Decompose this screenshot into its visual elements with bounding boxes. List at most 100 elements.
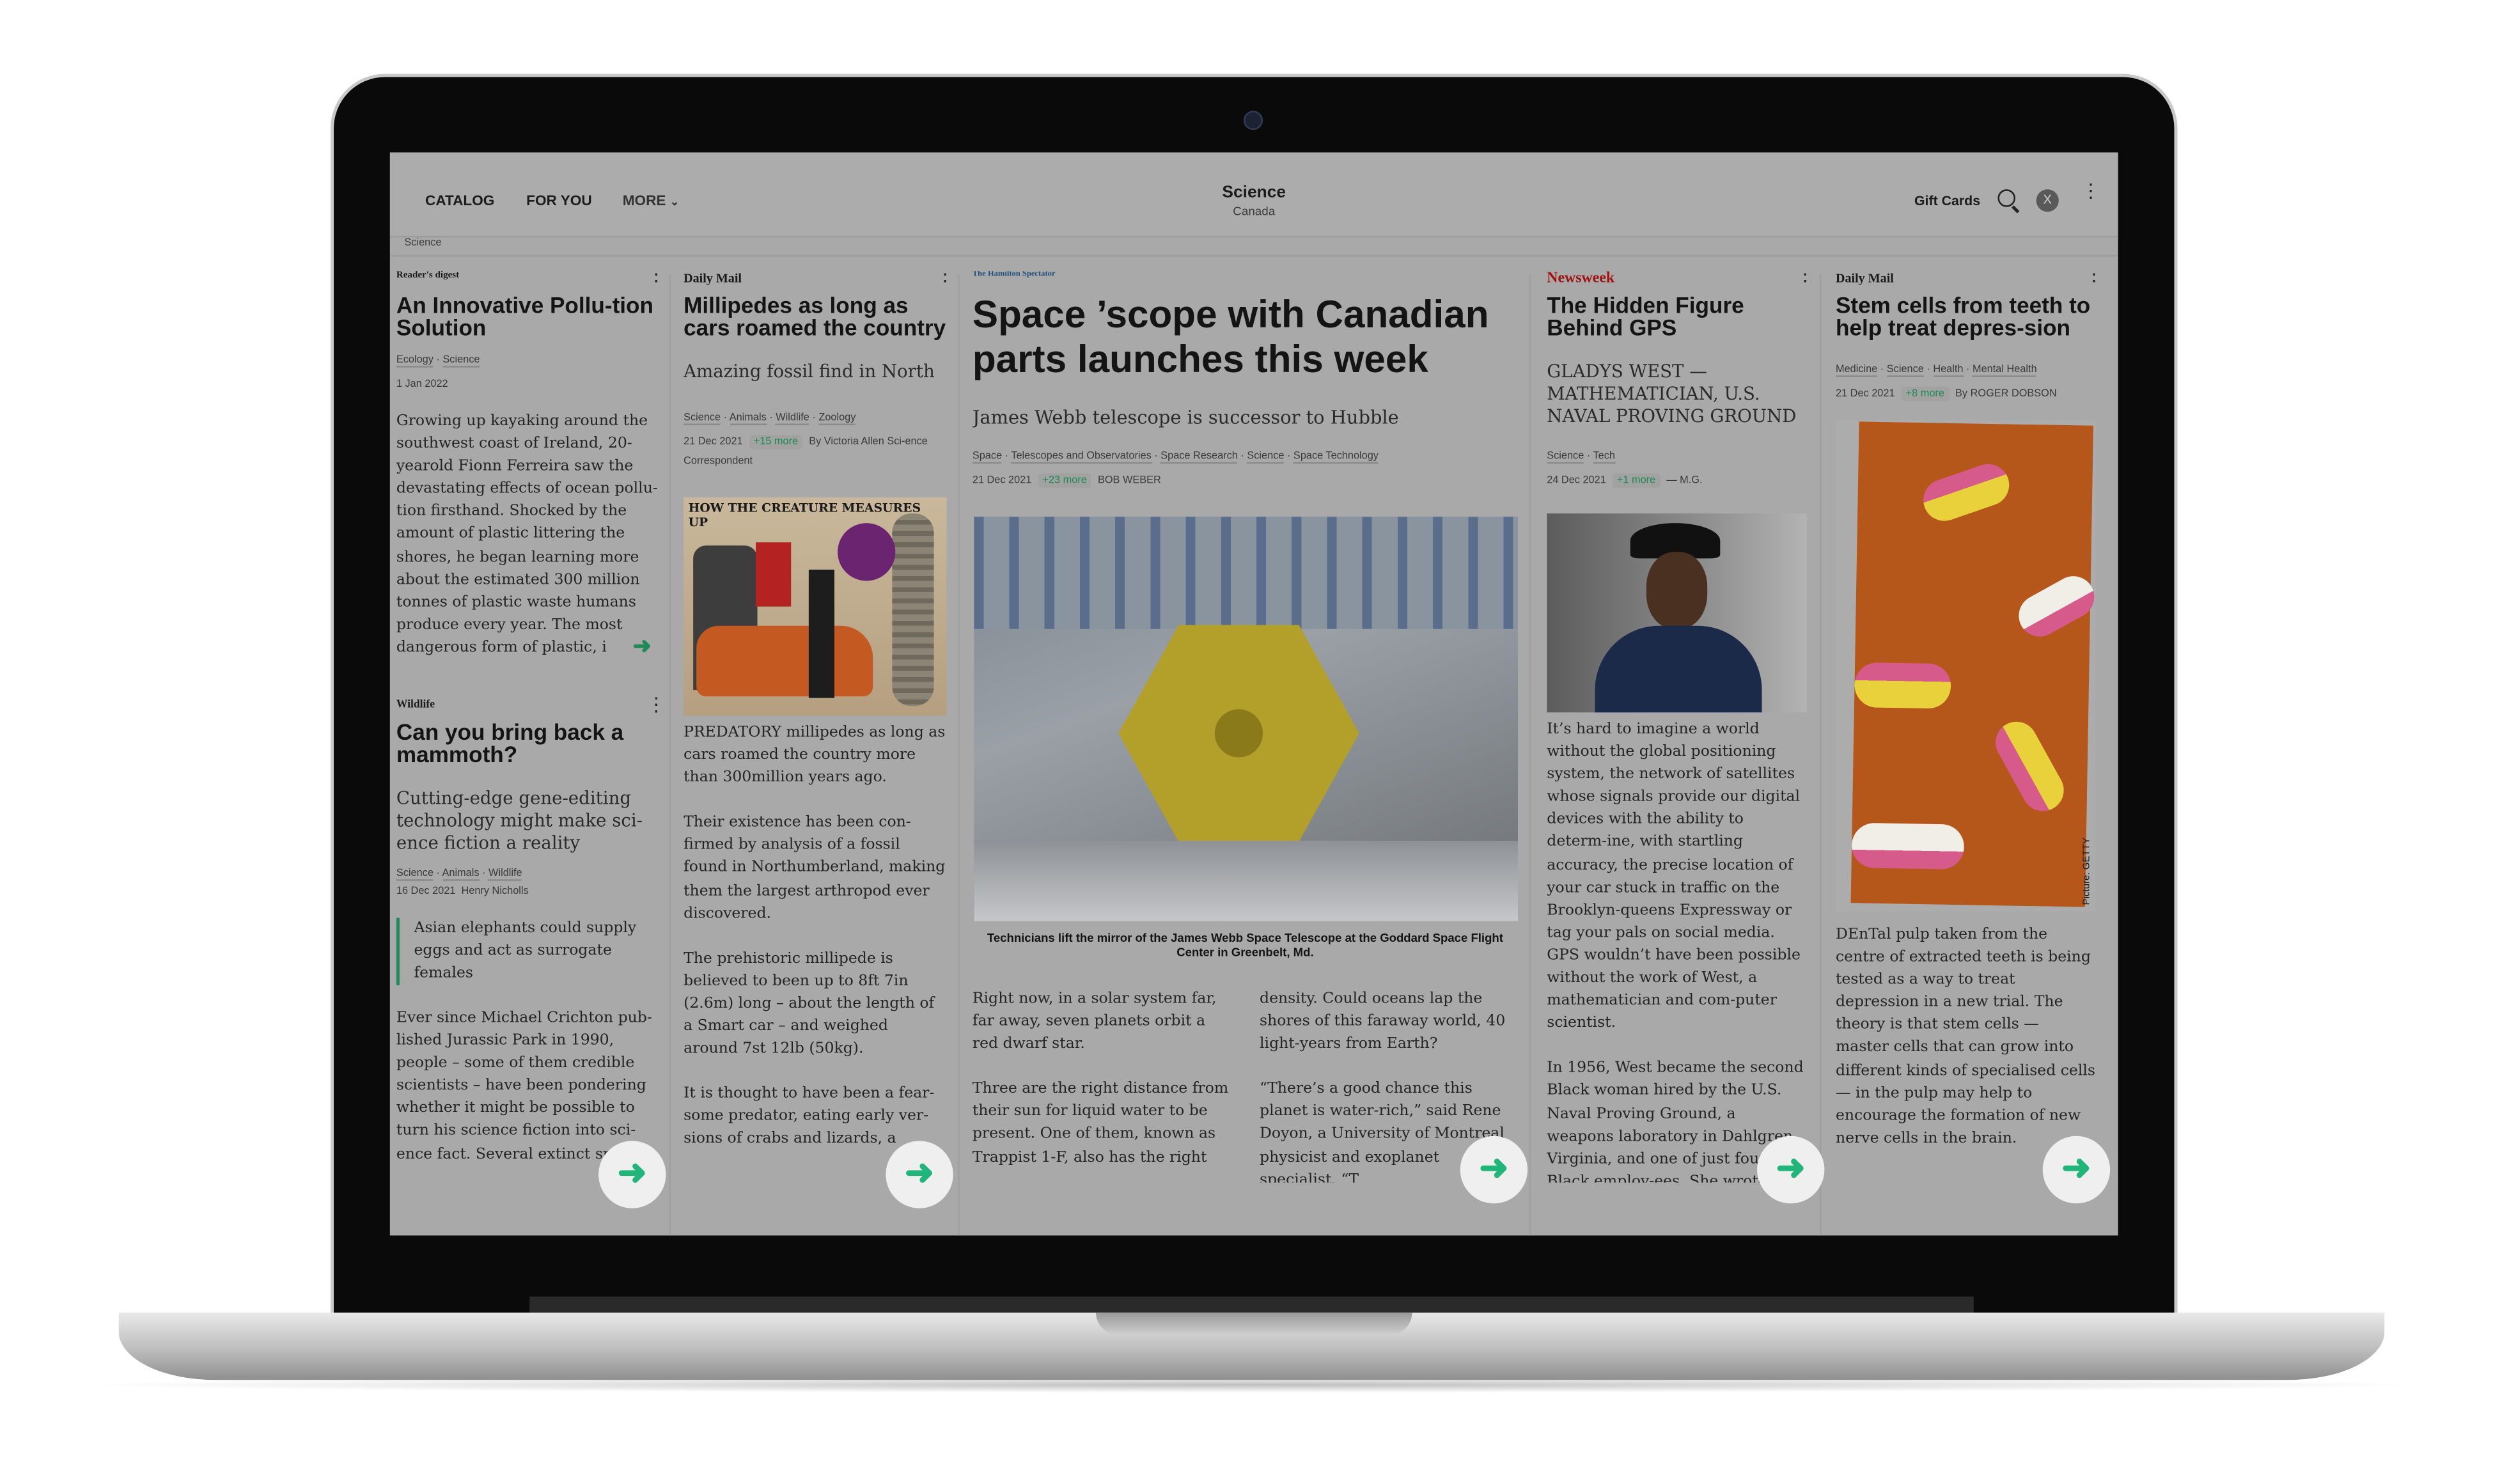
tag[interactable]: Wildlife [776, 412, 809, 426]
tag[interactable]: Zoology [818, 412, 856, 426]
face [1646, 552, 1708, 629]
column-1: Reader's digest ⋮ An Innovative Pollu-ti… [396, 271, 661, 1182]
article-meta: 21 Dec 2021 +23 more BOB WEBER [973, 472, 1518, 491]
publisher-logo: Wildlife [396, 698, 435, 711]
article-title[interactable]: Can you bring back a mammoth? [396, 721, 661, 765]
article-card[interactable]: Reader's digest ⋮ An Innovative Pollu-ti… [396, 271, 661, 693]
column-divider [958, 274, 960, 1236]
mirror-center [1214, 709, 1263, 758]
tag-list: Space · Telescopes and Observatories · S… [972, 451, 1518, 464]
more-tags-button[interactable]: +23 more [1037, 473, 1092, 488]
more-tags-button[interactable]: +8 more [1901, 386, 1950, 402]
breadcrumb[interactable]: Science [404, 237, 441, 249]
tag[interactable]: Space [972, 451, 1003, 464]
next-page-button[interactable]: ➜ [598, 1141, 666, 1208]
article-body: DEnTal pulp taken from the centre of ext… [1836, 925, 2096, 1151]
card-menu-icon[interactable]: ⋮ [935, 271, 947, 284]
tag[interactable]: Mental Health [1973, 364, 2037, 377]
paragraph: Three are the right distance from their … [972, 1080, 1229, 1166]
tag[interactable]: Science [1547, 451, 1584, 464]
article-card[interactable]: Wildlife ⋮ Can you bring back a mammoth?… [396, 695, 661, 1166]
section-name: Science [1222, 183, 1286, 203]
article-date: 21 Dec 2021 [1835, 388, 1895, 400]
tag-list: Science · Animals · Wildlife [396, 868, 661, 881]
more-tags-button[interactable]: +15 more [749, 435, 803, 449]
tag[interactable]: Space Technology [1293, 451, 1379, 464]
tag[interactable]: Ecology [396, 354, 434, 368]
webcam [1243, 111, 1263, 130]
article-title[interactable]: Stem cells from teeth to help treat depr… [1836, 293, 2096, 338]
article-title[interactable]: Space ’scope with Canadian parts launche… [973, 293, 1518, 384]
article-card[interactable]: Daily Mail ⋮ Millipedes as long as cars … [684, 271, 947, 1152]
hinge [529, 1296, 1974, 1313]
column-5: Daily Mail ⋮ Stem cells from teeth to he… [1835, 271, 2096, 1182]
tag[interactable]: Animals [729, 412, 767, 426]
article-dek: James Webb telescope is successor to Hub… [972, 405, 1399, 429]
tag[interactable]: Medicine [1835, 364, 1878, 377]
article-dek: Cutting-edge gene-editing technology mig… [396, 788, 643, 854]
tag[interactable]: Science [396, 868, 434, 881]
paragraph: It’s hard to imagine a world without the… [1547, 720, 1801, 1033]
article-body: Right now, in a solar system far, far aw… [973, 988, 1518, 1183]
jacket [1595, 625, 1762, 713]
pull-quote: Asian elephants could supply eggs and ac… [396, 918, 661, 985]
article-image [974, 517, 1519, 921]
article-image [1547, 513, 1807, 713]
gift-cards-link[interactable]: Gift Cards [1914, 192, 1980, 208]
paragraph: It is thought to have been a fear-some p… [684, 1085, 935, 1148]
more-tags-button[interactable]: +1 more [1612, 473, 1660, 488]
tag[interactable]: Health [1933, 364, 1964, 377]
more-options-icon[interactable]: ⋮ [2081, 182, 2100, 201]
tag-list: Medicine · Science · Health · Mental Hea… [1835, 364, 2096, 377]
paragraph: DEnTal pulp taken from the centre of ext… [1835, 926, 2095, 1147]
tag[interactable]: Telescopes and Observatories [1011, 451, 1152, 464]
card-menu-icon[interactable]: ⋮ [646, 271, 661, 284]
column-3: The Hamilton Spectator ⋮ Space ’scope wi… [972, 271, 1519, 1183]
article-date: 1 Jan 2022 [396, 379, 448, 390]
article-title[interactable]: Millipedes as long as cars roamed the co… [684, 293, 947, 338]
tag-list: Science · Animals · Wildlife · Zoology [684, 412, 947, 426]
arrow-right-icon: ➜ [617, 1152, 647, 1192]
article-title[interactable]: The Hidden Figure Behind GPS [1547, 293, 1807, 338]
card-menu-icon[interactable]: ⋮ [1795, 271, 1807, 284]
article-card[interactable]: The Hamilton Spectator ⋮ Space ’scope wi… [972, 271, 1519, 1183]
top-bar: CATALOG FOR YOU MORE ⌄ Science Canada Gi… [389, 152, 2118, 238]
article-card[interactable]: Newsweek ⋮ The Hidden Figure Behind GPS … [1547, 271, 1807, 1183]
tag[interactable]: Wildlife [488, 868, 522, 881]
section-region: Canada [1233, 203, 1276, 219]
next-page-button[interactable]: ➜ [1460, 1136, 1528, 1204]
tag[interactable]: Science [1247, 451, 1285, 464]
publisher-logo: Reader's digest [396, 271, 460, 281]
card-menu-icon[interactable]: ⋮ [2084, 271, 2096, 284]
arrow-right-icon[interactable]: ➜ [632, 632, 651, 660]
tag[interactable]: Science [442, 354, 480, 368]
arrow-right-icon: ➜ [1479, 1147, 1509, 1188]
article-date: 16 Dec 2021 [396, 886, 456, 897]
divider [389, 255, 2118, 257]
paragraph: PREDATORY millipedes as long as cars roa… [684, 723, 946, 787]
next-page-button[interactable]: ➜ [2042, 1136, 2111, 1204]
car [696, 625, 873, 697]
phone-box [756, 542, 792, 607]
body-column-left: Right now, in a solar system far, far aw… [973, 988, 1231, 1183]
search-icon[interactable] [1997, 189, 2016, 207]
next-page-button[interactable]: ➜ [886, 1141, 953, 1208]
arrow-right-icon: ➜ [1776, 1147, 1806, 1188]
article-card[interactable]: Daily Mail ⋮ Stem cells from teeth to he… [1835, 271, 2096, 1151]
paragraph: Right now, in a solar system far, far aw… [972, 990, 1217, 1053]
tag[interactable]: Tech [1593, 451, 1615, 464]
tag[interactable]: Science [684, 412, 721, 426]
article-title[interactable]: An Innovative Pollu-tion Solution [396, 293, 661, 338]
tag[interactable]: Space Research [1160, 451, 1238, 464]
column-divider [1529, 274, 1531, 1236]
next-page-button[interactable]: ➜ [1757, 1136, 1825, 1204]
column-2: Daily Mail ⋮ Millipedes as long as cars … [684, 271, 947, 1182]
gummy-teeth [1918, 458, 2015, 527]
article-author: BOB WEBER [1097, 474, 1161, 487]
article-author: By ROGER DOBSON [1955, 388, 2057, 400]
card-menu-icon[interactable]: ⋮ [1510, 271, 1519, 284]
card-menu-icon[interactable]: ⋮ [646, 695, 661, 714]
tag[interactable]: Science [1886, 364, 1924, 377]
avatar[interactable]: X [2036, 189, 2059, 212]
tag[interactable]: Animals [442, 868, 480, 881]
